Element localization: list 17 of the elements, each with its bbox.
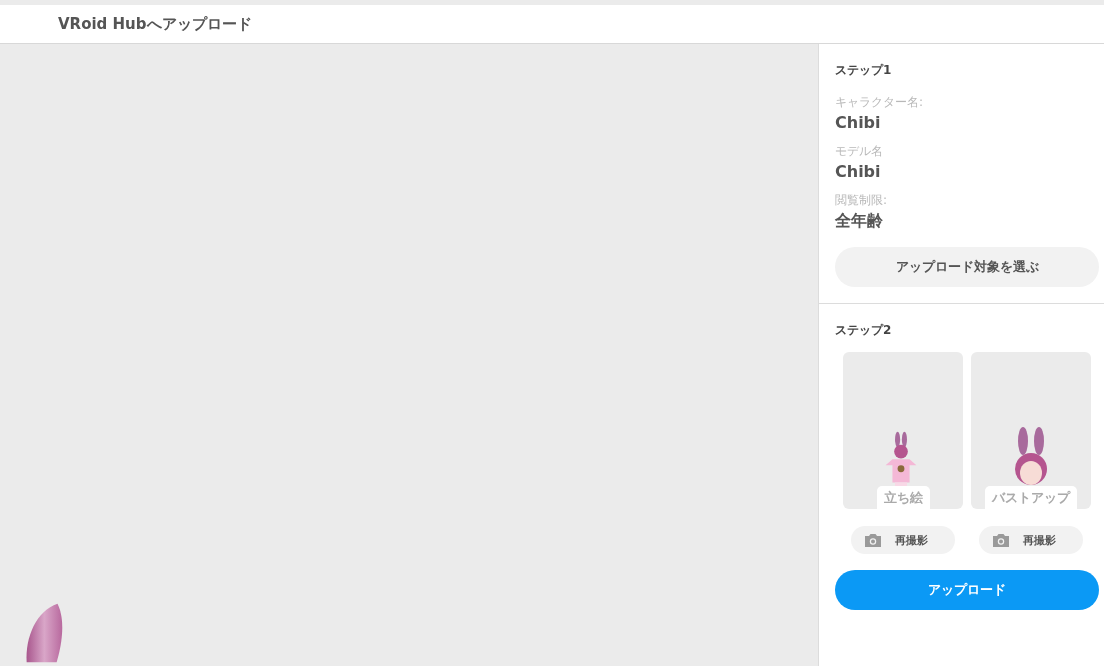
field-value: Chibi bbox=[835, 162, 882, 181]
step-heading: ステップ2 bbox=[835, 322, 893, 339]
retake-button[interactable]: 再撮影 bbox=[851, 526, 955, 554]
field-value: Chibi bbox=[835, 113, 882, 132]
field-value: 全年齢 bbox=[835, 211, 884, 232]
shot-label: 立ち絵 bbox=[876, 486, 930, 509]
retake-button[interactable]: 再撮影 bbox=[979, 526, 1083, 554]
field-label: 閲覧制限: bbox=[835, 192, 889, 209]
model-viewport[interactable] bbox=[0, 44, 818, 666]
camera-icon bbox=[865, 533, 881, 547]
field-label: キャラクター名: bbox=[835, 94, 925, 111]
step-heading: ステップ1 bbox=[835, 62, 893, 79]
page-title: VRoid Hubへアップロード bbox=[58, 14, 252, 34]
field-label: モデル名 bbox=[835, 143, 884, 160]
shot-label: バストアップ bbox=[985, 486, 1077, 509]
camera-icon bbox=[993, 533, 1009, 547]
select-target-button[interactable]: アップロード対象を選ぶ bbox=[835, 247, 1099, 287]
